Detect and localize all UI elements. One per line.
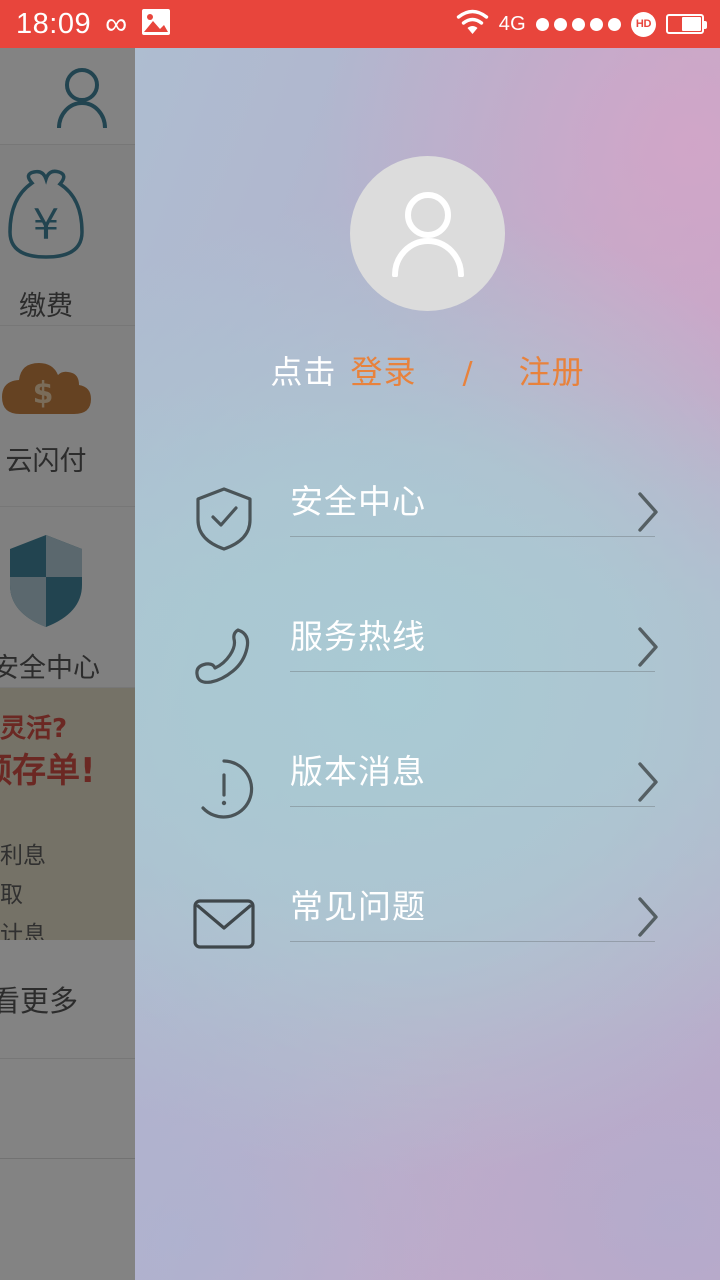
- infinity-icon: ∞: [105, 5, 128, 41]
- separator-slash: /: [462, 356, 473, 391]
- menu-item-label: 版本消息: [290, 752, 426, 791]
- menu-item-version-info[interactable]: 版本消息: [135, 744, 720, 879]
- register-link[interactable]: 注册: [519, 347, 585, 393]
- menu-item-faq[interactable]: 常见问题: [135, 879, 720, 1014]
- clock-time: 18:09: [16, 7, 92, 40]
- screenshot-image-icon: [141, 8, 171, 41]
- menu-item-label: 安全中心: [290, 482, 426, 521]
- menu-item-service-hotline[interactable]: 服务热线: [135, 609, 720, 744]
- side-drawer-panel: 点击 登录 / 注册 安全中心 服务热线 版本消息 常见问题: [135, 48, 720, 1280]
- signal-strength-dots: [536, 17, 621, 31]
- drawer-menu-list: 安全中心 服务热线 版本消息 常见问题: [135, 474, 720, 1014]
- login-register-prompt: 点击 登录 / 注册: [135, 347, 720, 393]
- status-bar-left: 18:09 ∞: [16, 8, 171, 41]
- exclamation-circle-icon: [192, 757, 256, 821]
- login-link[interactable]: 登录: [350, 347, 416, 393]
- chevron-right-icon[interactable]: [635, 760, 661, 809]
- phone-handset-icon: [192, 622, 256, 686]
- network-type-label: 4G: [498, 12, 526, 35]
- chevron-right-icon[interactable]: [635, 625, 661, 674]
- menu-item-label: 服务热线: [290, 617, 426, 656]
- avatar[interactable]: [350, 156, 505, 311]
- person-avatar-icon: [380, 185, 476, 282]
- menu-item-security-center[interactable]: 安全中心: [135, 474, 720, 609]
- status-bar-right: 4G HD: [456, 9, 707, 40]
- hd-voice-icon: HD: [631, 11, 656, 37]
- phone-screen: ¥ 缴费 $ 云闪付: [0, 0, 720, 1280]
- wifi-icon: [456, 9, 489, 40]
- battery-icon: [666, 14, 707, 34]
- status-bar: 18:09 ∞ 4G HD: [0, 0, 720, 48]
- envelope-icon: [192, 892, 256, 956]
- tap-label: 点击: [270, 353, 337, 391]
- menu-item-label: 常见问题: [290, 887, 426, 926]
- chevron-right-icon[interactable]: [635, 490, 661, 539]
- chevron-right-icon[interactable]: [635, 895, 661, 944]
- shield-check-icon: [192, 487, 256, 551]
